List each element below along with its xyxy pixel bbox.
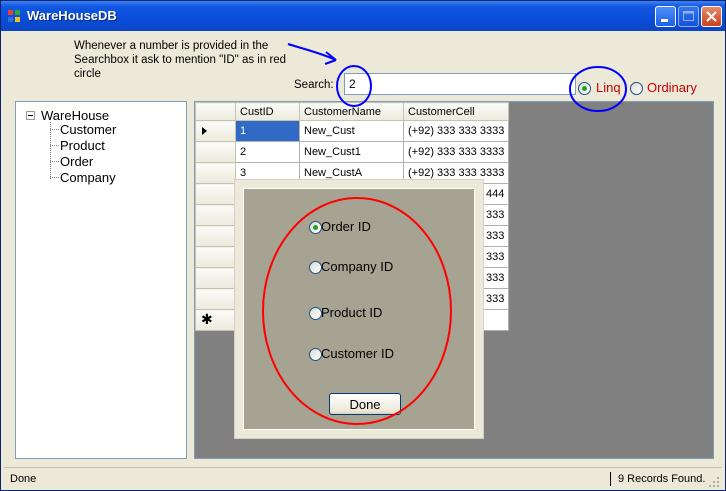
title-bar[interactable]: WareHouseDB xyxy=(1,1,725,31)
annotation-note: Whenever a number is provided in the Sea… xyxy=(74,40,287,80)
id-choice-dialog: Order ID Company ID Product ID Customer … xyxy=(234,179,484,439)
tree-item-product[interactable]: Product xyxy=(60,138,105,153)
product-id-label[interactable]: Product ID xyxy=(321,305,382,320)
row-header[interactable] xyxy=(195,204,236,226)
grid-cell[interactable]: 2 xyxy=(235,141,300,163)
linq-radio[interactable] xyxy=(578,82,591,95)
row-header[interactable] xyxy=(195,225,236,247)
tree-item-order[interactable]: Order xyxy=(60,154,93,169)
row-header[interactable] xyxy=(195,183,236,205)
status-bar: Done 9 Records Found. xyxy=(4,467,722,490)
company-id-label[interactable]: Company ID xyxy=(321,259,393,274)
order-id-label[interactable]: Order ID xyxy=(321,219,371,234)
id-choice-panel: Order ID Company ID Product ID Customer … xyxy=(243,188,475,430)
resize-grip-icon[interactable] xyxy=(708,476,720,488)
customer-id-label[interactable]: Customer ID xyxy=(321,346,394,361)
tree-connector xyxy=(50,129,59,130)
tree-connector xyxy=(50,177,59,178)
row-header-new[interactable]: ✱ xyxy=(195,309,236,331)
row-header[interactable] xyxy=(195,267,236,289)
row-header[interactable] xyxy=(195,288,236,310)
warehouse-tree[interactable]: WareHouse Customer Product Order Company xyxy=(15,101,187,459)
records-count: 9 Records Found. xyxy=(618,473,706,485)
col-header-custid[interactable]: CustID xyxy=(235,102,300,121)
grid-cell[interactable]: (+92) 333 333 3333 xyxy=(402,141,510,163)
tree-connector xyxy=(50,145,59,146)
row-header[interactable] xyxy=(195,246,236,268)
ordinary-radio-label[interactable]: Ordinary xyxy=(647,80,697,95)
close-button[interactable] xyxy=(701,6,722,27)
status-text: Done xyxy=(10,473,37,485)
row-header[interactable] xyxy=(195,162,236,184)
tree-item-company[interactable]: Company xyxy=(60,170,116,185)
table-row[interactable]: 2 New_Cust1 (+92) 333 333 3333 xyxy=(195,141,510,163)
tree-root-warehouse[interactable]: WareHouse xyxy=(41,108,109,123)
row-header-current[interactable] xyxy=(195,120,236,142)
app-window: WareHouseDB Whenever a number is provide… xyxy=(0,0,726,491)
search-input[interactable] xyxy=(344,73,576,95)
app-icon xyxy=(8,10,20,22)
status-separator xyxy=(610,472,611,486)
done-button[interactable]: Done xyxy=(329,393,401,415)
tree-connector xyxy=(50,122,51,179)
tree-connector xyxy=(50,161,59,162)
row-header[interactable] xyxy=(195,141,236,163)
tree-item-customer[interactable]: Customer xyxy=(60,122,116,137)
col-header-customercell[interactable]: CustomerCell xyxy=(402,102,510,121)
client-area: Whenever a number is provided in the Sea… xyxy=(4,31,722,490)
maximize-button[interactable] xyxy=(678,6,699,27)
grid-cell[interactable]: (+92) 333 333 3333 xyxy=(402,120,510,142)
tree-collapse-icon[interactable] xyxy=(26,111,35,120)
grid-cell[interactable]: New_Cust1 xyxy=(299,141,404,163)
col-header-customername[interactable]: CustomerName xyxy=(299,102,404,121)
table-row[interactable]: 1 New_Cust (+92) 333 333 3333 xyxy=(195,120,510,142)
grid-corner[interactable] xyxy=(195,102,236,121)
current-row-arrow-icon xyxy=(202,127,207,135)
linq-radio-label[interactable]: Linq xyxy=(596,80,621,95)
grid-cell[interactable]: 1 xyxy=(235,120,300,142)
grid-cell[interactable]: New_Cust xyxy=(299,120,404,142)
grid-header-row: CustID CustomerName CustomerCell xyxy=(195,102,510,121)
window-title: WareHouseDB xyxy=(27,8,117,23)
search-label: Search: xyxy=(294,79,334,91)
minimize-button[interactable] xyxy=(655,6,676,27)
ordinary-radio[interactable] xyxy=(630,82,643,95)
new-row-asterisk-icon: ✱ xyxy=(201,311,213,327)
